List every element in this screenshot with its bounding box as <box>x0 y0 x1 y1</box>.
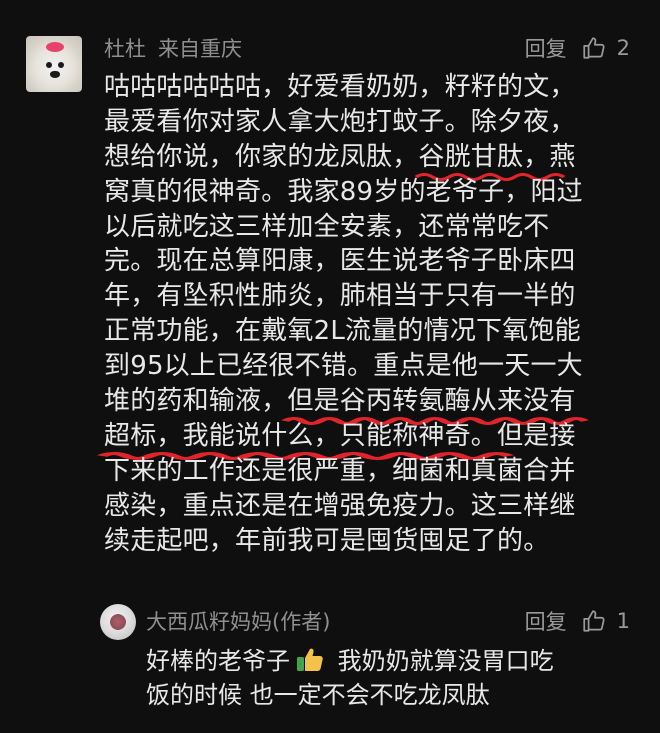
comment-line: 窝真的很神奇。我家89岁的老爷子，阳过 <box>104 176 583 207</box>
comment-body: 咕咕咕咕咕咕，好爱看奶奶，籽籽的文， 最爱看你对家人拿大炮打蚊子。除夕夜， 想给… <box>96 70 638 558</box>
text-fragment: 谷胱甘肽， <box>418 141 550 172</box>
avatar-nose <box>50 71 60 78</box>
reply-comment: 大西瓜籽妈妈(作者) 回复 1 好棒的老爷子 我奶奶就算没胃口吃 饭的时候 也一… <box>0 600 660 733</box>
reply-actions: 回复 1 <box>525 606 630 636</box>
comment-line: 续走起吧，年前我可是囤货囤足了的。 <box>104 525 550 556</box>
comment-line: 想给你说，你家的龙凤肽，谷胱甘肽，燕 <box>104 140 638 181</box>
user-avatar[interactable] <box>26 36 82 92</box>
underlined-text: 谷胱甘肽， <box>415 140 566 181</box>
comment-line: 咕咕咕咕咕咕，好爱看奶奶，籽籽的文， <box>104 72 576 102</box>
location: 来自重庆 <box>158 37 242 61</box>
text-fragment: 但是谷丙转氨酶从来没有 <box>287 386 576 417</box>
underlined-text: 超标，我能说什么，只能称神奇。 <box>96 419 515 460</box>
bow-decoration <box>46 42 64 52</box>
comment-line: 年，有坠积性肺炎，肺相当于只有一半的 <box>104 281 576 312</box>
reply-line: 饭的时候 也一定不会不吃龙凤肽 <box>146 681 490 709</box>
comment-line: 完。现在总算阳康，医生说老爷子卧床四 <box>104 246 576 277</box>
reply-avatar[interactable] <box>100 604 136 640</box>
comment-actions: 回复 2 <box>525 33 630 63</box>
reply-username[interactable]: 大西瓜籽妈妈(作者) <box>146 606 330 636</box>
comment-line: 到95以上已经很不错。重点是他一天一大 <box>104 351 583 382</box>
text-fragment: 好棒的老爷子 <box>146 647 290 675</box>
comment-header: 杜杜 来自重庆 <box>104 33 242 63</box>
thumbs-up-icon <box>583 610 605 632</box>
comment-line: 最爱看你对家人拿大炮打蚊子。除夕夜， <box>104 106 576 137</box>
text-fragment: 但是接 <box>497 420 576 451</box>
thumbs-up-icon <box>583 37 605 59</box>
text-fragment: 我奶奶就算没胃口吃 <box>330 647 554 675</box>
comment-line: 超标，我能说什么，只能称神奇。 但是接 <box>96 419 638 460</box>
like-count: 1 <box>616 609 630 633</box>
text-fragment: 超标，我能说什么，只能称神奇。 <box>104 420 498 451</box>
reply-line: 好棒的老爷子 我奶奶就算没胃口吃 <box>146 644 638 678</box>
avatar-eye-left <box>46 62 52 68</box>
username[interactable]: 杜杜 <box>104 33 146 63</box>
like-button[interactable]: 1 <box>581 608 630 634</box>
like-count: 2 <box>616 36 630 60</box>
comment-line: 感染，重点还是在增强免疫力。这三样继 <box>104 490 576 521</box>
underlined-text: 但是谷丙转氨酶从来没有 <box>281 384 590 425</box>
reply-body: 好棒的老爷子 我奶奶就算没胃口吃 饭的时候 也一定不会不吃龙凤肽 <box>146 644 638 712</box>
reply-button[interactable]: 回复 <box>525 606 567 636</box>
comment-line: 正常功能，在戴氧2L流量的情况下氧饱能 <box>104 316 581 347</box>
reply-button[interactable]: 回复 <box>525 33 567 63</box>
avatar-eye-right <box>58 62 64 68</box>
text-fragment: 堆的药和输液， <box>104 386 288 417</box>
comment-line: 堆的药和输液，但是谷丙转氨酶从来没有 <box>104 384 638 425</box>
like-button[interactable]: 2 <box>581 35 630 61</box>
text-fragment: 燕 <box>549 141 576 172</box>
thumbs-up-emoji-icon <box>297 648 323 671</box>
text-fragment: 想给你说，你家的龙凤肽， <box>104 141 419 172</box>
comment-line: 以后就吃这三样加全安素，还常常吃不 <box>104 211 550 242</box>
comment-line: 下来的工作还是很严重，细菌和真菌合并 <box>104 455 576 486</box>
